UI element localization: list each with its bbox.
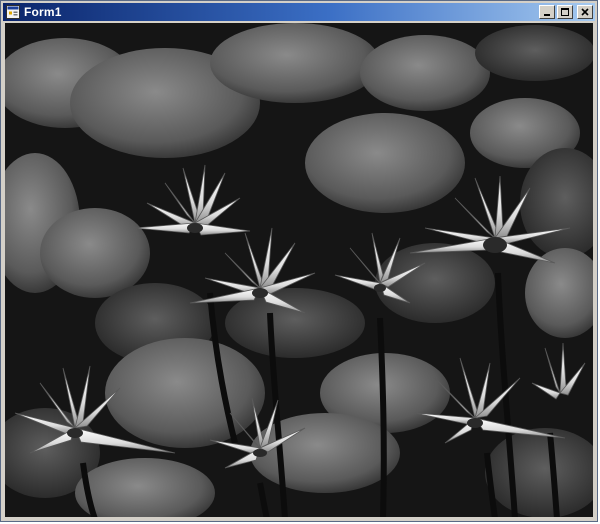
close-icon <box>581 8 589 16</box>
minimize-icon <box>544 14 550 16</box>
form-app-icon[interactable] <box>6 5 20 19</box>
window-title: Form1 <box>24 5 62 19</box>
water-lily-photo <box>5 23 593 517</box>
picture-box <box>5 23 593 517</box>
minimize-button[interactable] <box>539 5 555 19</box>
title-bar[interactable]: Form1 <box>3 3 595 21</box>
maximize-button[interactable] <box>557 5 573 19</box>
maximize-icon <box>561 8 569 16</box>
form1-window: Form1 <box>0 0 598 522</box>
close-button[interactable] <box>577 5 593 19</box>
